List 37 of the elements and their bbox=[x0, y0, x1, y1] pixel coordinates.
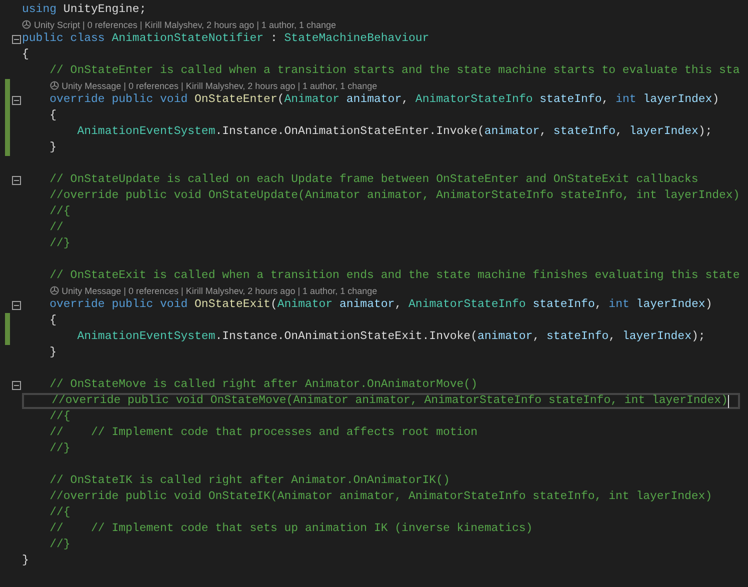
code-line: } bbox=[48, 140, 58, 156]
code-line: // // Implement code that sets up animation IK (inverse kinematics) bbox=[48, 521, 534, 537]
code-line: // OnStateUpdate is called on each Update frame between OnStateEnter and OnStateExit callbacks bbox=[48, 172, 700, 188]
code-line: { bbox=[48, 108, 58, 124]
codelens-info[interactable]: Unity Script | 0 references | Kirill Malyshev, 2 hours ago | 1 author, 1 change bbox=[34, 20, 336, 30]
code-line: //{ bbox=[48, 204, 72, 220]
code-line: AnimationEventSystem.Instance.OnAnimationStateExit.Invoke(animator, stateInfo, layerIndex); bbox=[76, 329, 706, 345]
collapse-icon[interactable] bbox=[12, 96, 20, 104]
collapse-icon[interactable] bbox=[12, 300, 20, 310]
collapse-icon[interactable] bbox=[12, 380, 20, 390]
code-line: //{ bbox=[48, 409, 72, 425]
code-line: using UnityEngine; bbox=[22, 2, 148, 18]
code-line: { bbox=[22, 47, 30, 63]
code-line: override public void OnStateEnter(Animator animator, AnimatorStateInfo stateInfo, int layerIndex) bbox=[48, 92, 720, 108]
code-line: // OnStateMove is called right after Animator.OnAnimatorMove() bbox=[48, 377, 478, 393]
code-line: // bbox=[48, 220, 64, 236]
text-cursor bbox=[728, 394, 729, 408]
code-line: // OnStateExit is called when a transition ends and the state machine finishes evaluating this state bbox=[48, 268, 741, 284]
code-line: // // Implement code that processes and affects root motion bbox=[48, 425, 478, 441]
code-line: { bbox=[48, 313, 58, 329]
code-line: public class AnimationStateNotifier : StateMachineBehaviour bbox=[22, 31, 430, 47]
code-line: //} bbox=[48, 537, 72, 553]
code-line: AnimationEventSystem.Instance.OnAnimationStateEnter.Invoke(animator, stateInfo, layerIndex); bbox=[76, 124, 714, 140]
codelens-info[interactable]: Unity Message | 0 references | Kirill Malyshev, 2 hours ago | 1 author, 1 change bbox=[62, 80, 378, 90]
code-line: override public void OnStateExit(Animator animator, AnimatorStateInfo stateInfo, int layerIndex) bbox=[48, 297, 714, 313]
codelens-info[interactable]: Unity Message | 0 references | Kirill Malyshev, 2 hours ago | 1 author, 1 change bbox=[62, 286, 378, 296]
code-line: //} bbox=[48, 236, 72, 252]
code-line: //{ bbox=[48, 505, 72, 521]
collapse-icon[interactable] bbox=[12, 34, 20, 44]
code-line: //override public void OnStateUpdate(Animator animator, AnimatorStateInfo stateInfo, int layerIndex) bbox=[48, 188, 741, 204]
code-line: } bbox=[48, 345, 58, 361]
code-line: // OnStateIK is called right after Animator.OnAnimatorIK() bbox=[48, 473, 451, 489]
code-line: //override public void OnStateIK(Animator animator, AnimatorStateInfo stateInfo, int layerIndex) bbox=[48, 489, 714, 505]
code-line: } bbox=[22, 553, 30, 569]
code-line: //} bbox=[48, 441, 72, 457]
collapse-icon[interactable] bbox=[12, 176, 20, 184]
code-line: // OnStateEnter is called when a transition starts and the state machine starts to evaluate this sta bbox=[48, 63, 741, 79]
